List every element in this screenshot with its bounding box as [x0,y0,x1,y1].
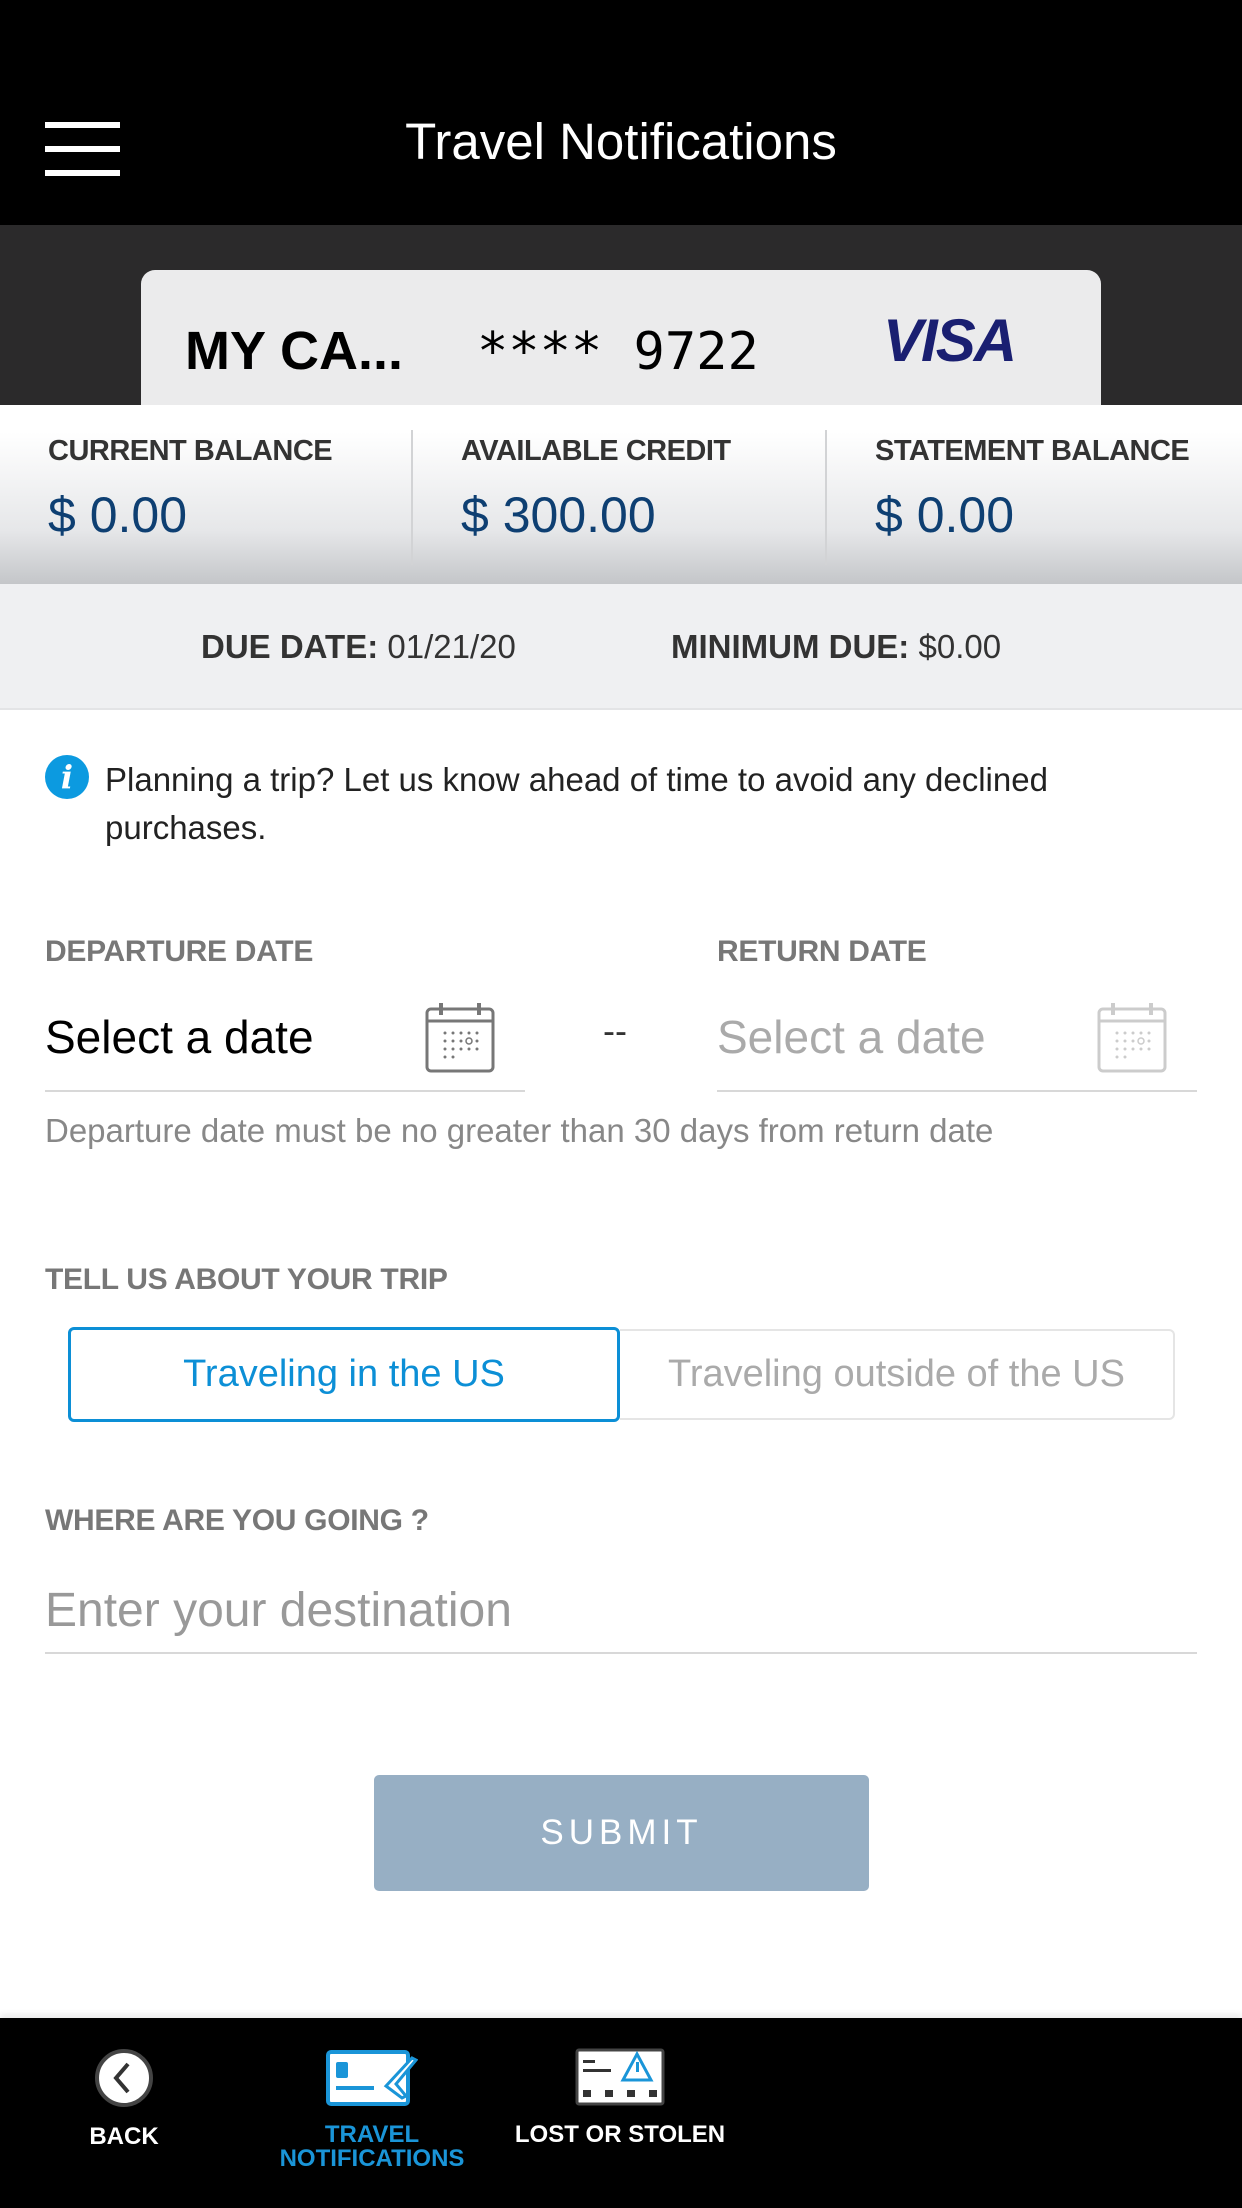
visa-logo: VISA [883,307,1017,374]
trip-label: TELL US ABOUT YOUR TRIP [45,1263,448,1296]
return-date-placeholder: Select a date [717,1011,986,1063]
nav-back[interactable]: BACK [0,2048,254,2149]
calendar-icon[interactable] [425,1001,495,1073]
due-date-value: 01/21/20 [387,628,516,665]
departure-underline [45,1090,525,1092]
page-title: Travel Notifications [405,113,837,170]
due-bar: DUE DATE: 01/21/20 MINIMUM DUE: $0.00 [0,584,1242,710]
date-helper-text: Departure date must be no greater than 3… [45,1112,994,1149]
available-credit: AVAILABLE CREDIT $ 300.00 [461,435,731,565]
available-credit-label: AVAILABLE CREDIT [461,435,731,467]
due-date-label: DUE DATE: [201,628,379,665]
available-credit-value: $ 300.00 [461,487,656,543]
submit-button[interactable]: SUBMIT [374,1775,869,1891]
date-separator: -- [603,1010,627,1051]
trip-option-outside-us[interactable]: Traveling outside of the US [620,1329,1175,1420]
departure-label: DEPARTURE DATE [45,935,314,968]
trip-option-us[interactable]: Traveling in the US [68,1327,620,1422]
info-text: Planning a trip? Let us know ahead of ti… [105,761,1048,846]
card-name: MY CA... [185,321,404,381]
current-balance: CURRENT BALANCE $ 0.00 [48,435,333,565]
return-label: RETURN DATE [717,935,927,968]
nav-travel-label: TRAVEL NOTIFICATIONS [279,2121,465,2172]
return-date-field[interactable]: Select a date [717,995,1197,1092]
calendar-icon[interactable] [1097,1001,1167,1073]
travel-card-plane-icon [326,2050,419,2106]
divider [825,430,827,565]
nav-lost-label: LOST OR STOLEN [514,2121,726,2148]
nav-lost-or-stolen[interactable]: LOST OR STOLEN [490,2048,750,2147]
destination-label: WHERE ARE YOU GOING ? [45,1504,429,1537]
card-summary[interactable]: MY CA... **** 9722 VISA [141,270,1101,410]
statement-balance-label: STATEMENT BALANCE [875,435,1190,467]
destination-input[interactable] [45,1568,1197,1654]
back-icon [95,2049,153,2107]
departure-date-field[interactable]: Select a date [45,995,525,1092]
return-underline [717,1090,1197,1092]
bottom-nav: BACK TRAVEL NOTIFICATIONS LOST OR STOLEN [0,2018,1242,2208]
card-number: **** 9722 [477,322,759,382]
info-icon: i [45,755,89,799]
balances-bar: CURRENT BALANCE $ 0.00 AVAILABLE CREDIT … [0,405,1242,584]
nav-travel-notifications[interactable]: TRAVEL NOTIFICATIONS [242,2048,502,2171]
minimum-due: MINIMUM DUE: $0.00 [671,628,1001,666]
nav-back-label: BACK [89,2123,159,2150]
divider [411,430,413,565]
statement-balance-value: $ 0.00 [875,487,1015,543]
statement-balance: STATEMENT BALANCE $ 0.00 [875,435,1190,565]
departure-date-value: Select a date [45,1011,314,1063]
header: Travel Notifications [0,0,1242,225]
lost-card-warning-icon [575,2048,665,2106]
due-date: DUE DATE: 01/21/20 [201,628,516,666]
minimum-due-value: $0.00 [918,628,1002,665]
current-balance-value: $ 0.00 [48,487,188,543]
current-balance-label: CURRENT BALANCE [48,435,333,467]
minimum-due-label: MINIMUM DUE: [671,628,910,665]
